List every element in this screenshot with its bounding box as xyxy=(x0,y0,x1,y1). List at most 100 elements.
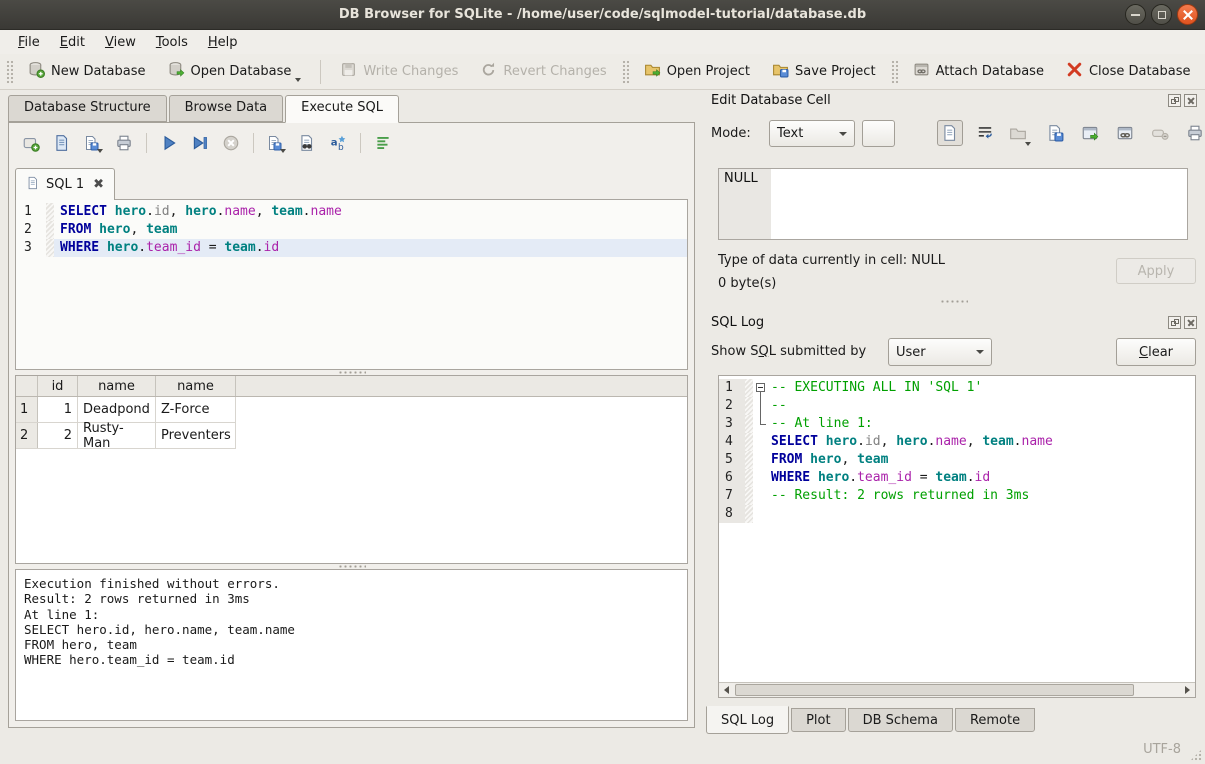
scroll-left-icon[interactable] xyxy=(719,683,734,697)
sql-editor[interactable]: 1SELECT hero.id, hero.name, team.name2FR… xyxy=(15,199,688,370)
chevron-down-icon[interactable] xyxy=(295,78,301,82)
open-sql-icon[interactable] xyxy=(52,133,72,153)
link-icon[interactable] xyxy=(1112,120,1138,146)
close-panel-icon[interactable] xyxy=(1184,316,1197,329)
gutter-hatch xyxy=(745,505,753,523)
gutter-hatch xyxy=(745,415,753,433)
open-external-icon[interactable] xyxy=(1077,120,1103,146)
tab-remote[interactable]: Remote xyxy=(955,708,1035,732)
menu-edit[interactable]: Edit xyxy=(50,33,95,52)
line-number: 5 xyxy=(719,451,745,469)
results-header: idnamename xyxy=(16,376,687,397)
tab-plot[interactable]: Plot xyxy=(791,708,846,732)
menu-view[interactable]: View xyxy=(95,33,146,52)
save-project-label: Save Project xyxy=(795,64,876,79)
clear-button[interactable]: Clear xyxy=(1116,338,1196,366)
word-wrap-icon[interactable] xyxy=(972,120,998,146)
table-cell[interactable]: Rusty-Man xyxy=(78,423,156,448)
gutter-hatch xyxy=(46,239,54,257)
open-database-button[interactable]: Open Database xyxy=(159,57,311,86)
fold-marker-icon[interactable] xyxy=(753,415,769,433)
save-project-button[interactable]: Save Project xyxy=(763,57,885,86)
log-line: 5FROM hero, team xyxy=(719,451,1195,469)
table-cell[interactable]: 1 xyxy=(38,397,78,422)
print-icon[interactable] xyxy=(114,133,134,153)
attach-database-button[interactable]: Attach Database xyxy=(904,57,1053,86)
right-dock: Edit Database Cell Mode: Text NULL Type … xyxy=(703,90,1205,735)
chevron-down-icon[interactable] xyxy=(1025,142,1031,146)
text-mode-icon[interactable] xyxy=(937,120,963,146)
gutter-hatch xyxy=(745,487,753,505)
menu-tools[interactable]: Tools xyxy=(146,33,198,52)
open-project-button[interactable]: Open Project xyxy=(635,57,759,86)
menu-help[interactable]: Help xyxy=(198,33,248,52)
tab-execute-sql[interactable]: Execute SQL xyxy=(285,95,399,123)
float-panel-icon[interactable] xyxy=(1168,94,1181,107)
save-results-icon[interactable] xyxy=(266,133,286,153)
find-icon[interactable] xyxy=(297,133,317,153)
log-horizontal-scrollbar[interactable] xyxy=(719,682,1195,697)
tab-db-schema[interactable]: DB Schema xyxy=(848,708,953,732)
menu-file[interactable]: File xyxy=(8,33,50,52)
close-tab-icon[interactable]: ✖ xyxy=(93,177,104,192)
sql-document-tab[interactable]: SQL 1 ✖ xyxy=(15,168,115,200)
tab-browse-data[interactable]: Browse Data xyxy=(169,95,284,122)
format-sql-icon[interactable] xyxy=(373,133,393,153)
scroll-right-icon[interactable] xyxy=(1180,683,1195,697)
close-panel-icon[interactable] xyxy=(1184,94,1197,107)
new-tab-icon[interactable] xyxy=(21,133,41,153)
cell-value-editor[interactable]: NULL xyxy=(718,168,1188,240)
chevron-down-icon[interactable] xyxy=(280,149,286,153)
close-database-icon xyxy=(1066,61,1083,82)
tab-database-structure[interactable]: Database Structure xyxy=(8,95,167,122)
mode-select[interactable]: Text xyxy=(769,120,855,147)
tab-sql-log[interactable]: SQL Log xyxy=(706,706,789,734)
open-project-label: Open Project xyxy=(667,64,750,79)
minimize-button[interactable] xyxy=(1125,4,1146,25)
resize-grip[interactable] xyxy=(1190,749,1202,761)
replace-icon[interactable]: ab xyxy=(328,133,348,153)
column-header-name[interactable]: name xyxy=(78,376,156,396)
save-sql-icon[interactable] xyxy=(83,133,103,153)
cell-editor-toolbar xyxy=(937,120,1205,146)
edit-cell-title: Edit Database Cell xyxy=(711,93,831,108)
table-cell[interactable]: Deadpond xyxy=(78,397,156,422)
cell-value: NULL xyxy=(719,169,771,239)
table-cell[interactable]: Z-Force xyxy=(156,397,236,422)
gutter-hatch xyxy=(46,221,54,239)
maximize-button[interactable] xyxy=(1151,4,1172,25)
sql-log-view[interactable]: 1-- EXECUTING ALL IN 'SQL 1'2--3-- At li… xyxy=(718,375,1196,698)
chevron-down-icon[interactable] xyxy=(97,149,103,153)
float-panel-icon[interactable] xyxy=(1168,316,1181,329)
table-cell[interactable]: 2 xyxy=(38,423,78,448)
toolbar-handle[interactable] xyxy=(622,60,629,84)
results-corner-cell[interactable] xyxy=(16,376,38,396)
close-button[interactable] xyxy=(1177,4,1198,25)
row-header[interactable]: 2 xyxy=(16,423,38,448)
print-cell-icon[interactable] xyxy=(1182,120,1205,146)
log-line: 3-- At line 1: xyxy=(719,415,1195,433)
execute-line-icon[interactable] xyxy=(190,133,210,153)
toolbar-handle[interactable] xyxy=(6,60,13,84)
export-icon[interactable] xyxy=(1042,120,1068,146)
column-header-id[interactable]: id xyxy=(38,376,78,396)
revert-changes-icon xyxy=(480,61,497,82)
new-database-button[interactable]: New Database xyxy=(19,57,155,86)
execute-all-icon[interactable] xyxy=(159,133,179,153)
table-cell[interactable]: Preventers xyxy=(156,423,236,448)
column-header-name[interactable]: name xyxy=(156,376,236,396)
project-open-icon xyxy=(644,61,661,82)
row-header[interactable]: 1 xyxy=(16,397,38,422)
line-number: 1 xyxy=(719,379,745,397)
dock-splitter[interactable] xyxy=(703,300,1205,303)
scrollbar-thumb[interactable] xyxy=(735,684,1134,696)
results-grid[interactable]: idnamename11DeadpondZ-Force22Rusty-ManPr… xyxy=(15,375,688,564)
sql-log-filter-select[interactable]: User xyxy=(888,338,992,366)
close-database-button[interactable]: Close Database xyxy=(1057,57,1200,86)
fold-marker-icon[interactable] xyxy=(753,379,769,397)
toolbar-separator xyxy=(253,133,254,153)
editor-line: 3WHERE hero.team_id = team.id xyxy=(16,239,687,257)
toolbar-handle[interactable] xyxy=(891,60,898,84)
mode-settings-button[interactable] xyxy=(862,120,895,147)
fold-marker-icon[interactable] xyxy=(753,397,769,415)
